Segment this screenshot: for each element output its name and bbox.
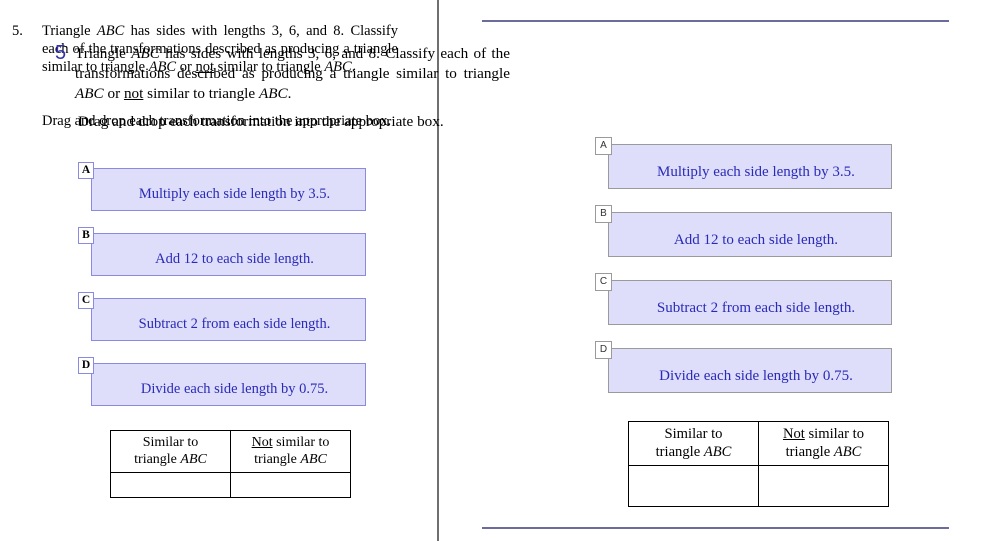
right-option-b-tag: B [595, 205, 612, 223]
right-header-not-similar: Not similar to triangle ABC [758, 421, 889, 466]
top-rule [482, 20, 949, 22]
table-drop-row [110, 472, 351, 498]
right-option-d-box[interactable]: Divide each side length by 0.75. [608, 348, 892, 393]
left-header-not-rest: similar to [272, 435, 330, 450]
table-drop-row [628, 465, 889, 507]
left-header-not-word: Not [251, 435, 273, 450]
right-header-similar-line2-pre: triangle [655, 444, 704, 460]
right-option-c-tag: C [595, 273, 612, 291]
left-option-d-label: Divide each side length by 0.75. [140, 381, 329, 397]
table-header-row: Similar to triangle ABC Not similar to t… [628, 421, 889, 466]
right-header-similar-line1: Similar to [664, 426, 723, 442]
right-header-not-rest: similar to [804, 426, 865, 442]
right-stem-text-1: Triangle [75, 45, 132, 62]
table-header-row: Similar to triangle ABC Not similar to t… [110, 430, 351, 473]
left-option-d[interactable]: Divide each side length by 0.75. D [78, 357, 366, 406]
left-option-d-tag: D [78, 357, 94, 374]
right-question-stem: Triangle ABC has sides with lengths 3, 6… [75, 44, 510, 104]
right-question-number: 5 [55, 42, 67, 64]
left-option-a[interactable]: Multiply each side length by 3.5. A [78, 162, 366, 211]
right-option-b-label: Add 12 to each side length. [673, 232, 839, 248]
right-option-b-box[interactable]: Add 12 to each side length. [608, 212, 892, 257]
right-header-similar: Similar to triangle ABC [628, 421, 759, 466]
right-header-not-word: Not [782, 426, 805, 442]
right-drop-zone-not-similar[interactable] [758, 465, 889, 507]
left-option-c-box[interactable]: Subtract 2 from each side length. [91, 298, 366, 341]
right-option-b[interactable]: Add 12 to each side length. B [595, 205, 892, 257]
right-header-not-abc: ABC [833, 444, 862, 460]
right-option-d-label: Divide each side length by 0.75. [659, 368, 853, 384]
left-drop-zone-not-similar[interactable] [230, 472, 351, 498]
right-stem-abc-3: ABC [258, 85, 288, 102]
left-header-not-abc: ABC [300, 452, 327, 467]
left-option-a-tag: A [78, 162, 94, 179]
right-option-a-label: Multiply each side length by 3.5. [657, 164, 855, 180]
right-option-a[interactable]: Multiply each side length by 3.5. A [595, 137, 892, 189]
left-option-c[interactable]: Subtract 2 from each side length. C [78, 292, 366, 341]
left-options-list: Multiply each side length by 3.5. A Add … [78, 162, 366, 428]
left-answer-table: Similar to triangle ABC Not similar to t… [110, 430, 351, 498]
right-stem-abc-2: ABC [75, 85, 104, 102]
right-option-a-tag: A [595, 137, 612, 155]
left-header-similar-line1: Similar to [142, 435, 199, 450]
right-options-list: Multiply each side length by 3.5. A Add … [595, 137, 892, 416]
stem-text-1: Triangle [42, 23, 97, 39]
right-stem-text-5: . [287, 85, 292, 102]
left-option-c-tag: C [78, 292, 94, 309]
right-option-c-box[interactable]: Subtract 2 from each side length. [608, 280, 892, 325]
right-stem-text-3: or [103, 85, 124, 102]
stem-abc-1: ABC [96, 23, 125, 39]
right-instruction: Drag and drop each transformation into t… [78, 113, 444, 130]
right-stem-text-4: similar to triangle [143, 85, 259, 102]
left-drop-zone-similar[interactable] [110, 472, 231, 498]
right-answer-table: Similar to triangle ABC Not similar to t… [628, 421, 889, 507]
bottom-rule [482, 527, 949, 529]
left-header-not-line2-pre: triangle [254, 452, 301, 467]
left-option-a-label: Multiply each side length by 3.5. [138, 186, 331, 202]
left-option-b[interactable]: Add 12 to each side length. B [78, 227, 366, 276]
right-stem-not-emphasis: not [123, 85, 144, 102]
right-option-c[interactable]: Subtract 2 from each side length. C [595, 273, 892, 325]
left-header-not-similar: Not similar to triangle ABC [230, 430, 351, 473]
left-header-similar-line2-pre: triangle [134, 452, 181, 467]
right-stem-abc-1: ABC [131, 45, 160, 62]
left-question-number: 5. [12, 23, 23, 39]
left-header-similar-abc: ABC [180, 452, 207, 467]
right-header-similar-abc: ABC [703, 444, 732, 460]
right-option-c-label: Subtract 2 from each side length. [656, 300, 856, 316]
left-option-d-box[interactable]: Divide each side length by 0.75. [91, 363, 366, 406]
right-drop-zone-similar[interactable] [628, 465, 759, 507]
right-header-not-line2-pre: triangle [785, 444, 834, 460]
left-header-similar: Similar to triangle ABC [110, 430, 231, 473]
left-option-b-tag: B [78, 227, 94, 244]
right-option-d[interactable]: Divide each side length by 0.75. D [595, 341, 892, 393]
left-option-c-label: Subtract 2 from each side length. [138, 316, 331, 332]
left-option-b-label: Add 12 to each side length. [155, 251, 314, 267]
left-option-b-box[interactable]: Add 12 to each side length. [91, 233, 366, 276]
right-option-d-tag: D [595, 341, 612, 359]
left-option-a-box[interactable]: Multiply each side length by 3.5. [91, 168, 366, 211]
right-option-a-box[interactable]: Multiply each side length by 3.5. [608, 144, 892, 189]
